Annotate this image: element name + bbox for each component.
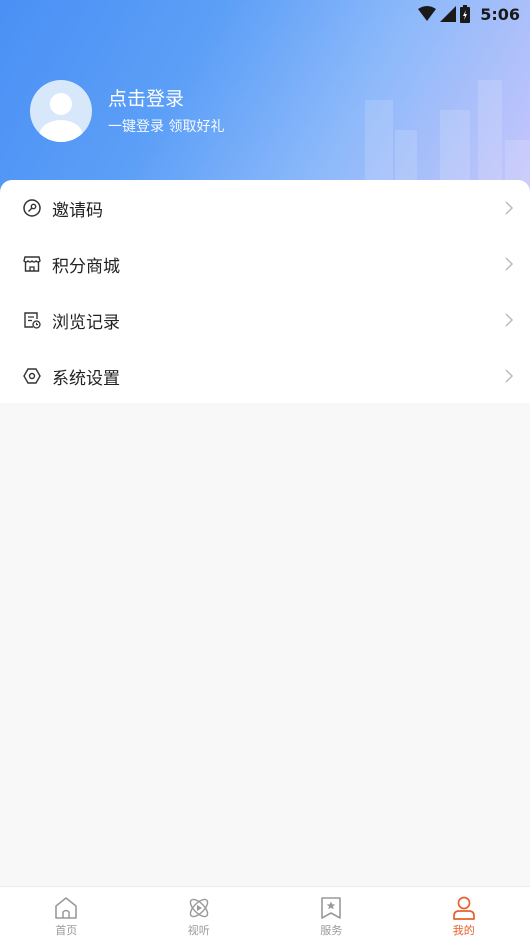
signal-icon bbox=[440, 6, 457, 22]
profile-header: 5:06 点击登录 一键登录 领取好礼 bbox=[0, 0, 530, 200]
chevron-right-icon bbox=[505, 369, 514, 383]
status-bar: 5:06 bbox=[0, 0, 530, 28]
wifi-icon bbox=[418, 6, 437, 21]
menu-item-points-mall[interactable]: 积分商城 bbox=[0, 236, 530, 292]
shop-icon bbox=[22, 254, 42, 274]
tab-label: 视听 bbox=[187, 924, 210, 937]
login-area[interactable]: 点击登录 一键登录 领取好礼 bbox=[30, 80, 224, 142]
login-title[interactable]: 点击登录 bbox=[108, 86, 224, 112]
user-icon bbox=[452, 896, 475, 920]
status-time: 5:06 bbox=[480, 4, 520, 24]
menu-item-label: 系统设置 bbox=[52, 368, 120, 389]
avatar[interactable] bbox=[30, 80, 92, 142]
tab-media[interactable]: 视听 bbox=[133, 887, 266, 940]
tab-label: 服务 bbox=[320, 924, 343, 937]
menu-item-label: 积分商城 bbox=[52, 256, 120, 277]
service-icon bbox=[321, 897, 342, 919]
tab-home[interactable]: 首页 bbox=[0, 887, 133, 940]
chevron-right-icon bbox=[505, 201, 514, 215]
home-icon bbox=[55, 897, 78, 919]
battery-icon bbox=[460, 5, 471, 23]
bottom-tab-bar: 首页 视听 服务 我的 bbox=[0, 886, 530, 940]
menu-list: 邀请码 积分商城 浏览记录 系统设置 bbox=[0, 180, 530, 403]
key-icon bbox=[22, 198, 42, 218]
tab-mine[interactable]: 我的 bbox=[398, 887, 530, 940]
login-subtitle: 一键登录 领取好礼 bbox=[108, 119, 225, 135]
tab-service[interactable]: 服务 bbox=[265, 887, 398, 940]
chevron-right-icon bbox=[505, 313, 514, 327]
tab-label: 我的 bbox=[452, 924, 475, 937]
menu-item-browse-history[interactable]: 浏览记录 bbox=[0, 292, 530, 348]
menu-item-label: 浏览记录 bbox=[52, 312, 120, 333]
menu-item-invite-code[interactable]: 邀请码 bbox=[0, 180, 530, 236]
default-avatar-icon bbox=[39, 93, 83, 142]
history-icon bbox=[22, 310, 42, 330]
chevron-right-icon bbox=[505, 257, 514, 271]
menu-item-system-settings[interactable]: 系统设置 bbox=[0, 348, 530, 404]
tab-label: 首页 bbox=[55, 924, 78, 937]
settings-icon bbox=[22, 366, 42, 386]
menu-item-label: 邀请码 bbox=[52, 200, 103, 221]
media-icon bbox=[189, 898, 208, 918]
